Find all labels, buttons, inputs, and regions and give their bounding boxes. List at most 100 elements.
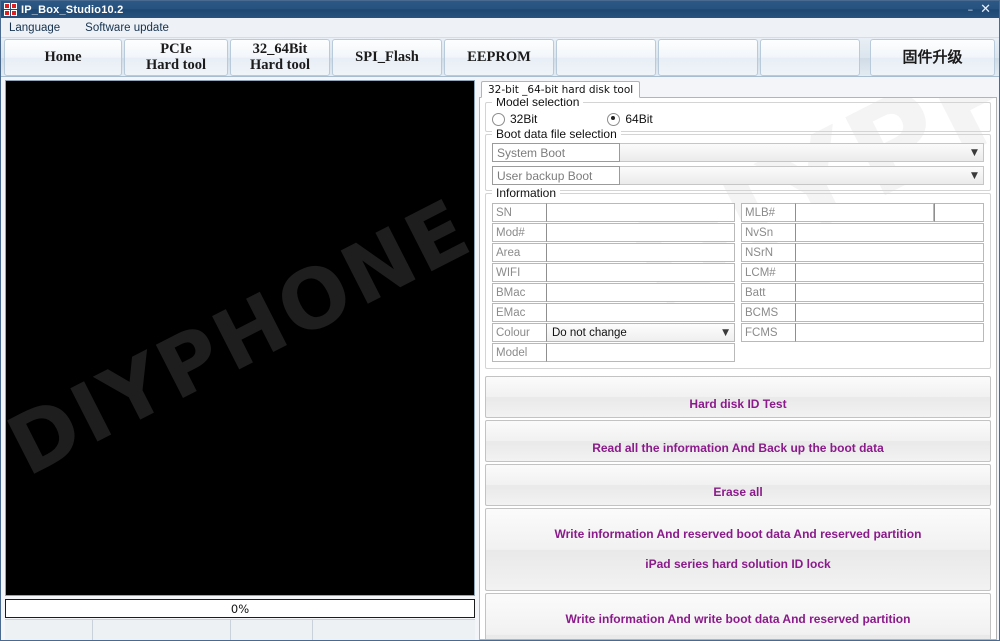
status-cell-2 bbox=[231, 620, 313, 640]
right-pane: 32-bit _64-bit hard disk tool DIYPHONE M… bbox=[479, 80, 997, 640]
radio-32bit[interactable]: 32Bit bbox=[492, 112, 537, 126]
field-label-model: Model bbox=[492, 343, 547, 362]
tab-home[interactable]: Home bbox=[4, 39, 122, 76]
menu-item-language[interactable]: Language bbox=[7, 20, 69, 36]
console-watermark: DIYPHONE bbox=[5, 181, 475, 495]
field-row-colour: Colour Do not change ▼ bbox=[492, 323, 735, 342]
boot-selection-legend: Boot data file selection bbox=[492, 127, 621, 141]
tab-firmware-upgrade[interactable]: 固件升级 bbox=[870, 39, 995, 76]
field-label-sn: SN bbox=[492, 203, 547, 222]
field-input-lcm[interactable] bbox=[796, 263, 984, 282]
button-hard-disk-id-test-label: Hard disk ID Test bbox=[689, 397, 787, 411]
user-backup-boot-label: User backup Boot bbox=[492, 166, 620, 185]
chevron-down-icon: ▼ bbox=[722, 327, 729, 338]
field-row-fcms: FCMS bbox=[741, 323, 984, 342]
field-input-model[interactable] bbox=[547, 343, 735, 362]
action-buttons: Hard disk ID Test Read all the informati… bbox=[485, 376, 991, 639]
field-input-sn[interactable] bbox=[547, 203, 735, 222]
button-erase-all[interactable]: Erase all bbox=[485, 464, 991, 506]
field-input-mlb-suffix[interactable] bbox=[934, 203, 984, 222]
chevron-down-icon: ▼ bbox=[971, 147, 978, 158]
button-write-boot-reserved-line1: Write information And write boot data An… bbox=[565, 612, 911, 626]
tab-pcie-hard-tool[interactable]: PCIe Hard tool bbox=[124, 39, 228, 76]
field-row-model: Model bbox=[492, 343, 735, 362]
information-columns: SN Mod# Area WIFI BMac EMac Colour Do no… bbox=[492, 203, 984, 363]
field-input-fcms[interactable] bbox=[796, 323, 984, 342]
field-label-bcms: BCMS bbox=[741, 303, 796, 322]
progress-bar: 0% bbox=[5, 599, 475, 618]
field-label-batt: Batt bbox=[741, 283, 796, 302]
field-label-fcms: FCMS bbox=[741, 323, 796, 342]
button-hard-disk-id-test[interactable]: Hard disk ID Test bbox=[485, 376, 991, 418]
field-input-bmac[interactable] bbox=[547, 283, 735, 302]
close-icon[interactable]: ✕ bbox=[980, 3, 991, 16]
field-label-colour: Colour bbox=[492, 323, 547, 342]
radio-32bit-label: 32Bit bbox=[510, 112, 538, 126]
console-output[interactable]: DIYPHONE bbox=[5, 80, 475, 596]
radio-64bit-label: 64Bit bbox=[625, 112, 653, 126]
field-input-mlb[interactable] bbox=[796, 203, 934, 222]
radio-32bit-icon bbox=[492, 112, 505, 126]
field-row-bcms: BCMS bbox=[741, 303, 984, 322]
minimize-icon[interactable]: – bbox=[968, 4, 974, 15]
status-bar bbox=[5, 619, 475, 640]
field-label-nvsn: NvSn bbox=[741, 223, 796, 242]
system-boot-combo[interactable]: System Boot ▼ bbox=[492, 143, 984, 162]
field-row-mod: Mod# bbox=[492, 223, 735, 242]
title-bar: IP_Box_Studio10.2 – ✕ bbox=[1, 1, 999, 18]
application-window: IP_Box_Studio10.2 – ✕ Language Software … bbox=[0, 0, 1000, 641]
window-controls: – ✕ bbox=[968, 3, 997, 16]
progress-label: 0% bbox=[230, 601, 250, 616]
field-label-emac: EMac bbox=[492, 303, 547, 322]
button-read-all-information-label: Read all the information And Back up the… bbox=[592, 441, 884, 455]
information-legend: Information bbox=[492, 186, 561, 200]
field-row-nvsn: NvSn bbox=[741, 223, 984, 242]
button-write-info-reserved-line1: Write information And reserved boot data… bbox=[554, 527, 922, 541]
inner-tab-hard-disk-tool[interactable]: 32-bit _64-bit hard disk tool bbox=[481, 81, 641, 98]
tab-spi-flash[interactable]: SPI_Flash bbox=[332, 39, 442, 76]
field-input-emac[interactable] bbox=[547, 303, 735, 322]
field-row-wifi: WIFI bbox=[492, 263, 735, 282]
field-input-bcms[interactable] bbox=[796, 303, 984, 322]
button-write-info-reserved-boot-reserved-partition[interactable]: Write information And reserved boot data… bbox=[485, 508, 991, 591]
button-read-all-information[interactable]: Read all the information And Back up the… bbox=[485, 420, 991, 462]
boot-data-file-selection-group: Boot data file selection System Boot ▼ U… bbox=[485, 127, 991, 191]
status-cell-0 bbox=[5, 620, 93, 640]
button-erase-all-label: Erase all bbox=[713, 485, 763, 499]
body-container: DIYPHONE 0% 32-bit _64-bit hard disk too… bbox=[1, 77, 999, 640]
left-pane: DIYPHONE 0% bbox=[5, 80, 475, 640]
field-input-area[interactable] bbox=[547, 243, 735, 262]
field-row-batt: Batt bbox=[741, 283, 984, 302]
field-combo-colour-value: Do not change bbox=[552, 326, 627, 339]
information-right-column: MLB# NvSn NSrN LCM# Batt BCMS FCMS bbox=[741, 203, 984, 363]
tab-eeprom[interactable]: EEPROM bbox=[444, 39, 554, 76]
radio-64bit[interactable]: 64Bit bbox=[607, 112, 653, 126]
app-logo-icon bbox=[4, 3, 17, 16]
field-combo-colour[interactable]: Do not change ▼ bbox=[547, 323, 735, 342]
user-backup-boot-combo[interactable]: User backup Boot ▼ bbox=[492, 166, 984, 185]
information-left-column: SN Mod# Area WIFI BMac EMac Colour Do no… bbox=[492, 203, 735, 363]
field-row-bmac: BMac bbox=[492, 283, 735, 302]
field-row-emac: EMac bbox=[492, 303, 735, 322]
model-selection-legend: Model selection bbox=[492, 98, 584, 109]
information-group: Information SN Mod# Area WIFI BMac EMac … bbox=[485, 186, 991, 369]
field-row-lcm: LCM# bbox=[741, 263, 984, 282]
field-input-nvsn[interactable] bbox=[796, 223, 984, 242]
tab-32-64bit-hard-tool[interactable]: 32_64Bit Hard tool bbox=[230, 39, 330, 76]
radio-64bit-icon bbox=[607, 112, 621, 126]
field-input-nsrn[interactable] bbox=[796, 243, 984, 262]
tab-blank-1[interactable] bbox=[556, 39, 656, 76]
field-input-batt[interactable] bbox=[796, 283, 984, 302]
field-input-mod[interactable] bbox=[547, 223, 735, 242]
field-label-bmac: BMac bbox=[492, 283, 547, 302]
chevron-down-icon: ▼ bbox=[971, 170, 978, 181]
field-input-wifi[interactable] bbox=[547, 263, 735, 282]
field-row-mlb: MLB# bbox=[741, 203, 984, 222]
menu-item-software-update[interactable]: Software update bbox=[83, 20, 178, 36]
field-label-lcm: LCM# bbox=[741, 263, 796, 282]
tab-blank-3[interactable] bbox=[760, 39, 860, 76]
field-row-sn: SN bbox=[492, 203, 735, 222]
field-label-area: Area bbox=[492, 243, 547, 262]
button-write-info-write-boot-reserved-partition[interactable]: Write information And write boot data An… bbox=[485, 593, 991, 639]
tab-blank-2[interactable] bbox=[658, 39, 758, 76]
